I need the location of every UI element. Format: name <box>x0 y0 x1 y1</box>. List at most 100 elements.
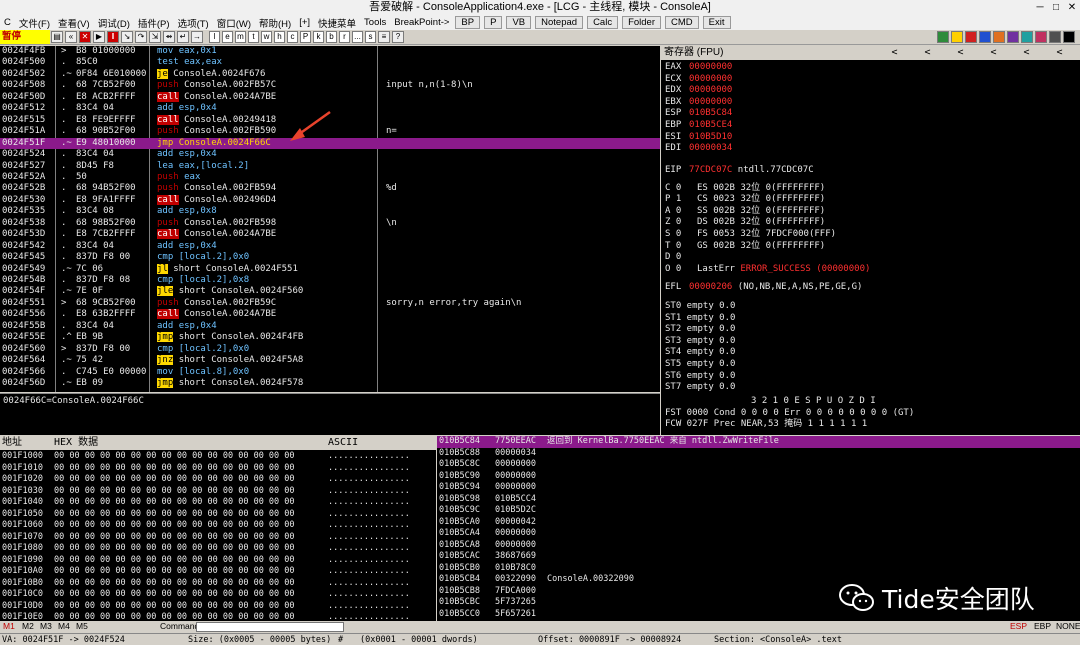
stop-icon[interactable]: ✕ <box>79 31 91 43</box>
cpu-row[interactable]: 0024F527. 8D45 F8 lea eax,[local.2] <box>0 161 660 172</box>
flag-value[interactable]: S 0 <box>665 229 697 241</box>
cpu-row[interactable]: 0024F52B. 68 94B52F00 push ConsoleA.002FB5… <box>0 183 660 194</box>
flag-value[interactable]: Z 0 <box>665 217 697 229</box>
stack-row[interactable]: 010B5C88 00000034 <box>437 448 1080 460</box>
registers-pane[interactable]: 寄存器 (FPU) < < < < < < EAX 00000000 ECX 0000… <box>661 46 1080 435</box>
open-icon[interactable]: ▤ <box>51 31 63 43</box>
plugin-red-icon[interactable] <box>965 31 977 43</box>
plugin-purple-icon[interactable] <box>1007 31 1019 43</box>
plugin-green-icon[interactable] <box>937 31 949 43</box>
list-icon[interactable]: ≡ <box>378 31 390 43</box>
command-input[interactable] <box>196 622 344 632</box>
cpu-row[interactable]: 0024F55B. 83C4 04 add esp,0x4 <box>0 321 660 332</box>
menu-help[interactable]: 帮助(H) <box>255 16 295 30</box>
dump-row[interactable]: 001F1090 00 00 00 00 00 00 00 00 00 00 00… <box>0 555 436 567</box>
fpu-register[interactable]: ST7 empty 0.0 <box>665 382 735 392</box>
stack-row[interactable]: 010B5C9C 010B5D2C <box>437 505 1080 517</box>
dump-row[interactable]: 001F10A0 00 00 00 00 00 00 00 00 00 00 00… <box>0 566 436 578</box>
cpu-row[interactable]: 0024F500. 85C0 test eax,eax <box>0 57 660 68</box>
cpu-row[interactable]: 0024F545. 837D F8 00 cmp [local.2],0x0 <box>0 252 660 263</box>
bp-button[interactable]: BP <box>455 16 481 29</box>
cpu-row[interactable]: 0024F56D .~ EB 09 jmp short ConsoleA.0024F5… <box>0 378 660 389</box>
dump-row[interactable]: 001F1060 00 00 00 00 00 00 00 00 00 00 00… <box>0 520 436 532</box>
cmd-button[interactable]: CMD <box>665 16 699 29</box>
stack-row[interactable]: 010B5CA0 00000042 <box>437 517 1080 529</box>
step-over-icon[interactable]: ↷ <box>135 31 147 43</box>
cpu-row[interactable]: 0024F542. 83C4 04 add esp,0x4 <box>0 241 660 252</box>
help-icon[interactable]: ? <box>392 31 404 43</box>
stack-row[interactable]: 010B5C94 00000000 <box>437 482 1080 494</box>
register-value[interactable]: 00000000 <box>689 62 732 72</box>
folder-button[interactable]: Folder <box>622 16 662 29</box>
calc-button[interactable]: Calc <box>587 16 619 29</box>
chevron-left-icon[interactable]: < <box>1010 46 1043 60</box>
cpu-row[interactable]: 0024F524. 83C4 04 add esp,0x4 <box>0 149 660 160</box>
cpu-row[interactable]: 0024F535. 83C4 08 add esp,0x8 <box>0 206 660 217</box>
handles-button[interactable]: h <box>274 31 285 43</box>
chevron-left-icon[interactable]: < <box>1043 46 1076 60</box>
dump-row[interactable]: 001F1050 00 00 00 00 00 00 00 00 00 00 00… <box>0 509 436 521</box>
trace-into-icon[interactable]: ⇲ <box>149 31 161 43</box>
cpu-row[interactable]: 0024F512. 83C4 04 add esp,0x4 <box>0 103 660 114</box>
plugin-orange-icon[interactable] <box>993 31 1005 43</box>
call-stack-button[interactable]: k <box>313 31 324 43</box>
register-value[interactable]: 00000000 <box>689 74 732 84</box>
menu-file[interactable]: 文件(F) <box>15 16 54 30</box>
cpu-row[interactable]: 0024F4FB > B8 01000000 mov eax,0x1 <box>0 46 660 57</box>
dump-row[interactable]: 001F10D0 00 00 00 00 00 00 00 00 00 00 00… <box>0 601 436 613</box>
dump-row[interactable]: 001F10C0 00 00 00 00 00 00 00 00 00 00 00… <box>0 589 436 601</box>
flag-value[interactable]: A 0 <box>665 206 697 218</box>
stack-row[interactable]: 010B5CA4 00000000 <box>437 528 1080 540</box>
register-value[interactable]: 77CDC07C <box>689 165 732 175</box>
register-value[interactable]: 00000000 <box>689 85 732 95</box>
memory-map-button[interactable]: m <box>235 31 246 43</box>
cpu-row[interactable]: 0024F52A. 50 push eax <box>0 172 660 183</box>
log-window-button[interactable]: l <box>209 31 220 43</box>
fpu-register[interactable]: ST6 empty 0.0 <box>665 371 735 381</box>
stack-row[interactable]: 010B5CB0 010B78C0 <box>437 563 1080 575</box>
memory-tab-m2[interactable]: M2 <box>22 621 34 632</box>
dump-row[interactable]: 001F1030 00 00 00 00 00 00 00 00 00 00 00… <box>0 486 436 498</box>
dump-row[interactable]: 001F1010 00 00 00 00 00 00 00 00 00 00 00… <box>0 463 436 475</box>
minimize-button[interactable]: ─ <box>1032 0 1048 15</box>
references-button[interactable]: r <box>339 31 350 43</box>
executable-modules-button[interactable]: e <box>222 31 233 43</box>
menu-breakpoint[interactable]: BreakPoint-> <box>390 17 453 28</box>
execute-till-return-icon[interactable]: ↵ <box>177 31 189 43</box>
dump-row[interactable]: 001F10B0 00 00 00 00 00 00 00 00 00 00 00… <box>0 578 436 590</box>
menu-view[interactable]: 查看(V) <box>54 16 94 30</box>
cpu-row[interactable]: 0024F551 >68 9CB52F00 push ConsoleA.002FB5… <box>0 298 660 309</box>
flag-value[interactable]: D 0 <box>665 252 697 264</box>
patches-button[interactable]: P <box>300 31 311 43</box>
chevron-left-icon[interactable]: < <box>944 46 977 60</box>
menu-tools[interactable]: Tools <box>360 17 390 28</box>
p-button[interactable]: P <box>484 16 503 29</box>
plugin-yellow-icon[interactable] <box>951 31 963 43</box>
vb-button[interactable]: VB <box>506 16 532 29</box>
goto-icon[interactable]: → <box>191 31 203 43</box>
flag-value[interactable]: O 0 <box>665 264 697 276</box>
cpu-disassembly-pane[interactable]: 0024F4FB > B8 01000000 mov eax,0x1 0024F500.… <box>0 46 660 392</box>
cpu-row[interactable]: 0024F566. C745 E0 00000 mov [local.8],0x0 <box>0 367 660 378</box>
dump-header-hex[interactable]: HEX 数据 <box>54 436 98 450</box>
cpu-row[interactable]: 0024F508. 68 7CB52F00 push ConsoleA.002FB5… <box>0 80 660 91</box>
stack-mode-esp[interactable]: ESP <box>1010 621 1027 632</box>
register-value[interactable]: 00000034 <box>689 143 732 153</box>
fpu-register[interactable]: ST4 empty 0.0 <box>665 347 735 357</box>
cpu-row[interactable]: 0024F53D. E8 7CB2FFFF call ConsoleA.0024A7… <box>0 229 660 240</box>
cpu-row[interactable]: 0024F515. E8 FE9EFFFF call ConsoleA.002494… <box>0 114 660 126</box>
app-menu-icon[interactable]: C <box>0 17 15 28</box>
notepad-button[interactable]: Notepad <box>535 16 584 29</box>
menu-plus[interactable]: [+] <box>295 17 314 28</box>
menu-window[interactable]: 窗口(W) <box>213 16 255 30</box>
chevron-left-icon[interactable]: < <box>977 46 1010 60</box>
memory-tab-m5[interactable]: M5 <box>76 621 88 632</box>
plugin-gray-icon[interactable] <box>1049 31 1061 43</box>
fpu-register[interactable]: ST5 empty 0.0 <box>665 359 735 369</box>
register-value[interactable]: 010B5D10 <box>689 132 732 142</box>
stack-mode-ebp[interactable]: EBP <box>1034 621 1051 632</box>
memory-tab-m1[interactable]: M1 <box>3 621 15 632</box>
stack-row[interactable]: 010B5C90 00000000 <box>437 471 1080 483</box>
threads-button[interactable]: t <box>248 31 259 43</box>
chevron-left-icon[interactable]: < <box>911 46 944 60</box>
